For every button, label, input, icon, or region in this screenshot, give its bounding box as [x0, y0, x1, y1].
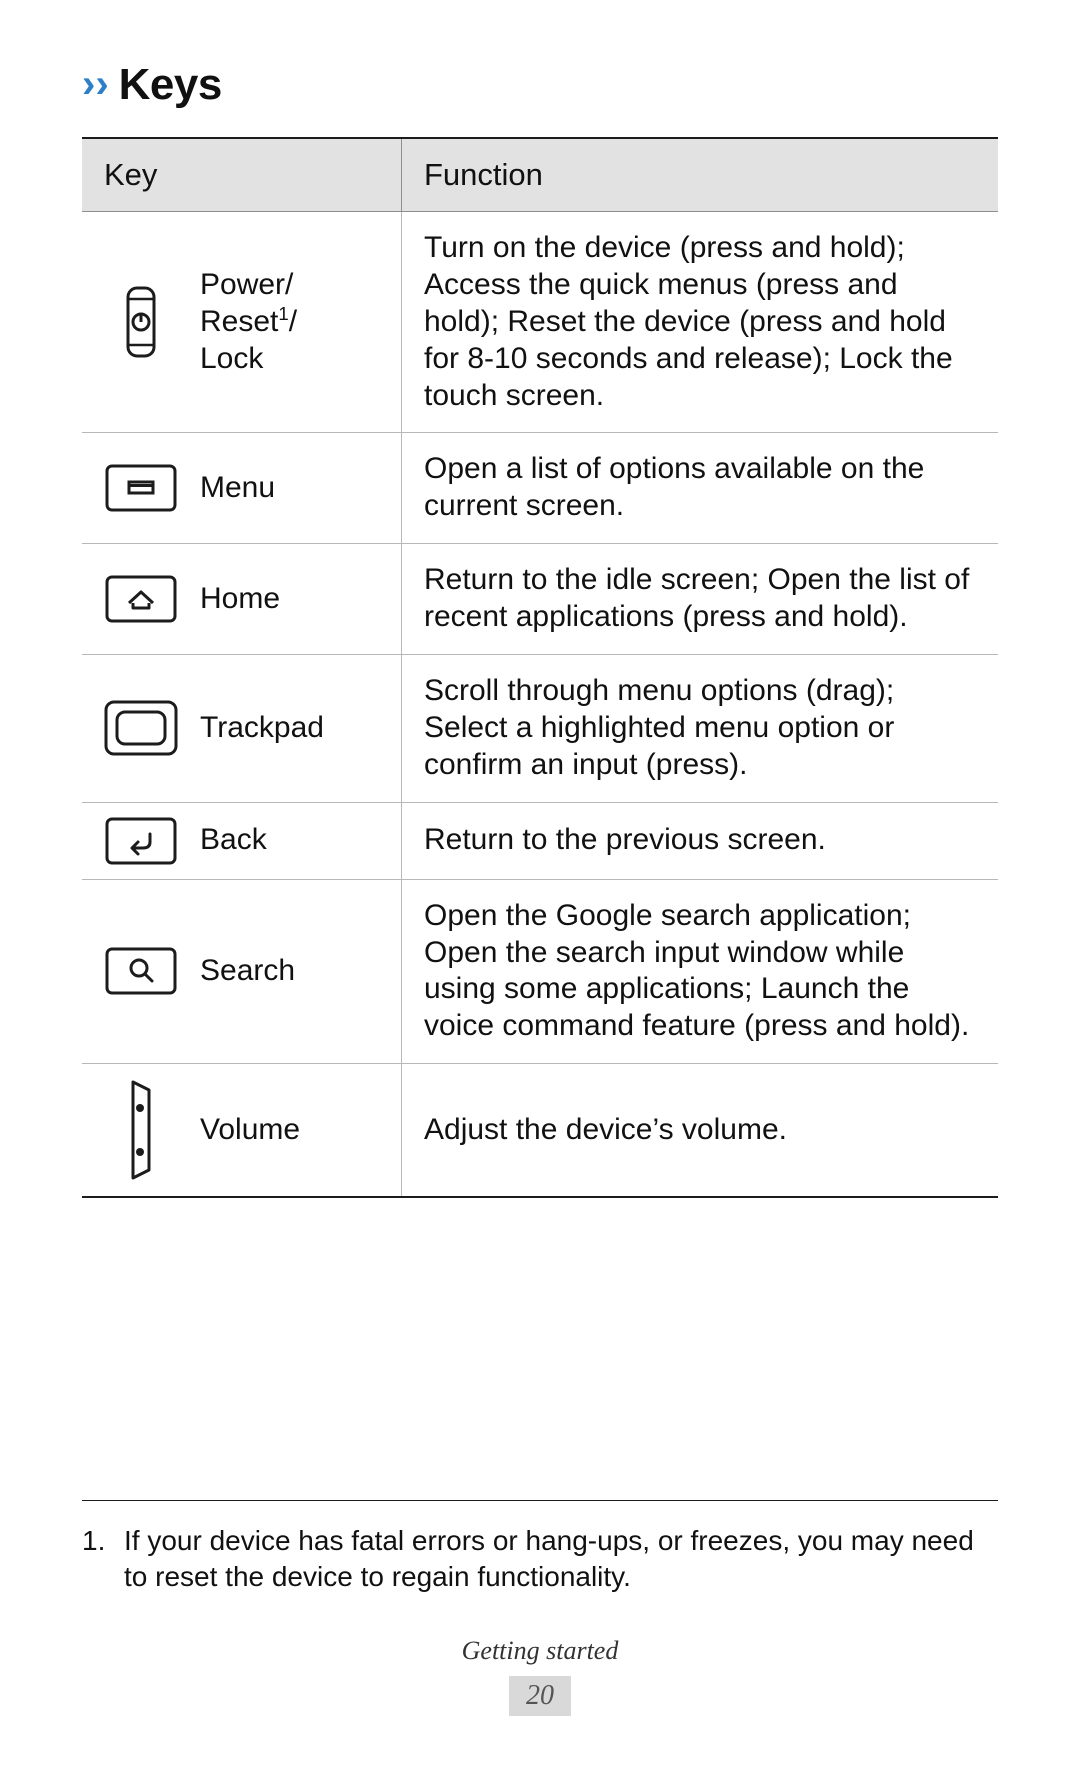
- function-cell: Return to the idle screen; Open the list…: [402, 544, 998, 654]
- key-cell: Home: [82, 544, 402, 655]
- key-cell: Volume: [82, 1064, 402, 1197]
- footnote: 1. If your device has fatal errors or ha…: [82, 1500, 998, 1596]
- page-title: ›› Keys: [82, 60, 222, 110]
- function-cell: Return to the previous screen.: [402, 803, 998, 879]
- keys-table: Key Function Power/Reset1/Lock Turn on t…: [82, 137, 998, 1199]
- function-cell: Open a list of options available on the …: [402, 433, 998, 543]
- footer-section-label: Getting started: [461, 1636, 619, 1665]
- table-header-row: Key Function: [82, 139, 998, 212]
- document-page: ›› Keys Key Function Power/ Reset1/ Lock…: [0, 0, 1080, 1771]
- key-label: Home: [200, 581, 281, 615]
- key-cell: Trackpad: [82, 655, 402, 802]
- table-row: Menu Open a list of options available on…: [82, 433, 998, 545]
- back-key-icon-glyph: [105, 817, 177, 865]
- function-cell: Open the Google search application; Open…: [402, 880, 998, 1064]
- home-key-icon: [82, 575, 200, 623]
- key-cell: Back: [82, 802, 402, 879]
- menu-key-icon-glyph: [105, 464, 177, 512]
- key-cell: Power/Reset1/Lock: [82, 212, 402, 433]
- volume-key-icon-glyph: [131, 1080, 151, 1180]
- table-row: Back Return to the previous screen.: [82, 802, 998, 880]
- function-cell: Turn on the device (press and hold); Acc…: [402, 212, 998, 432]
- home-key-icon-glyph: [105, 575, 177, 623]
- key-label: Back: [200, 823, 267, 857]
- volume-key-icon: [82, 1078, 200, 1182]
- function-cell: Scroll through menu options (drag); Sele…: [402, 655, 998, 802]
- function-text: Return to the idle screen; Open the list…: [424, 563, 970, 634]
- table-header-key: Key: [82, 139, 402, 211]
- key-label: Menu: [200, 470, 276, 504]
- menu-key-icon: [82, 464, 200, 512]
- trackpad-key-icon-glyph: [104, 700, 178, 756]
- key-label: Power/Reset1/Lock: [200, 267, 298, 375]
- function-text: Turn on the device (press and hold); Acc…: [424, 231, 953, 412]
- back-key-icon: [82, 817, 200, 865]
- function-text: Return to the previous screen.: [424, 823, 826, 857]
- table-row: Power/Reset1/Lock Turn on the device (pr…: [82, 212, 998, 434]
- table-row: Search Open the Google search applicatio…: [82, 879, 998, 1065]
- function-cell: Adjust the device’s volume.: [402, 1064, 998, 1196]
- key-label: Trackpad: [200, 710, 324, 744]
- page-title-text: Keys: [118, 60, 223, 109]
- power-key-icon-glyph: [126, 286, 156, 358]
- power-key-icon: [82, 285, 200, 359]
- search-key-icon: [82, 947, 200, 995]
- function-text: Open a list of options available on the …: [424, 452, 925, 523]
- trackpad-key-icon: [82, 700, 200, 756]
- table-row: Trackpad Scroll through menu options (dr…: [82, 655, 998, 803]
- page-number-badge: 20: [509, 1676, 571, 1716]
- table-row: Home Return to the idle screen; Open the…: [82, 544, 998, 656]
- column-header-function-label: Function: [424, 157, 543, 192]
- key-label: Volume: [200, 1112, 301, 1146]
- key-label: Search: [200, 954, 296, 988]
- table-row: Volume Adjust the device’s volume.: [82, 1064, 998, 1197]
- key-cell: Search: [82, 879, 402, 1064]
- function-text: Open the Google search application; Open…: [424, 898, 970, 1043]
- search-key-icon-glyph: [105, 947, 177, 995]
- function-text: Scroll through menu options (drag); Sele…: [424, 674, 895, 781]
- key-cell: Menu: [82, 433, 402, 544]
- page-footer: Getting started 20: [0, 1636, 1080, 1716]
- footnote-number: 1.: [82, 1525, 106, 1556]
- function-text: Adjust the device’s volume.: [424, 1112, 787, 1146]
- chevron-right-icon: ››: [82, 62, 109, 106]
- column-header-key-label: Key: [104, 157, 158, 192]
- table-header-function: Function: [402, 139, 998, 211]
- footnote-text: If your device has fatal errors or hang-…: [124, 1525, 974, 1593]
